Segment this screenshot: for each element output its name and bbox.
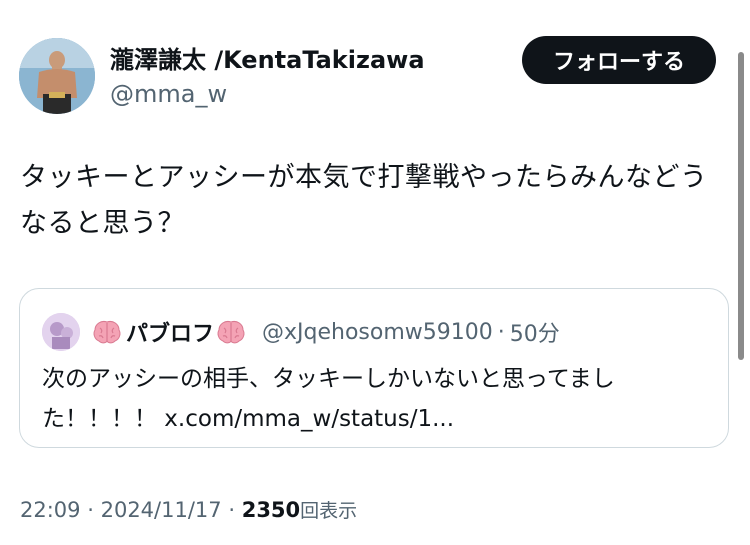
quote-text: 次のアッシーの相手、タッキーしかいないと思ってました！！！！ x.com/mma… bbox=[42, 366, 615, 432]
quote-separator: · bbox=[497, 319, 505, 345]
follow-button[interactable]: フォローする bbox=[522, 36, 716, 84]
tweet-date[interactable]: 2024/11/17 bbox=[101, 498, 222, 522]
avatar-image bbox=[19, 38, 95, 114]
quote-avatar-image bbox=[42, 313, 80, 351]
tweet-time[interactable]: 22:09 bbox=[20, 498, 81, 522]
meta-separator: · bbox=[87, 498, 94, 522]
tweet-meta: 22:09 · 2024/11/17 · 2350回表示 bbox=[20, 494, 357, 527]
avatar[interactable] bbox=[19, 38, 95, 114]
quote-tweet-card[interactable]: パブロフ @xJqehosomw59100 · 50分 次のアッシーの相手、タッ… bbox=[19, 288, 729, 448]
views-count: 2350 bbox=[241, 498, 301, 522]
author-display-name[interactable]: 瀧澤謙太 /KentaTakizawa bbox=[110, 44, 425, 76]
quote-timestamp[interactable]: 50分 bbox=[510, 316, 560, 348]
quote-header: パブロフ @xJqehosomw59100 · 50分 bbox=[92, 315, 560, 349]
quote-author-handle[interactable]: @xJqehosomw59100 bbox=[262, 320, 493, 345]
tweet-text: タッキーとアッシーが本気で打撃戦やったらみんなどうなると思う？ bbox=[20, 162, 708, 239]
brain-icon bbox=[93, 321, 121, 344]
quote-avatar[interactable] bbox=[42, 313, 80, 351]
quote-author-name[interactable]: パブロフ bbox=[126, 316, 214, 348]
views-label: 回表示 bbox=[300, 500, 358, 522]
scrollbar[interactable] bbox=[738, 52, 744, 360]
meta-separator: · bbox=[228, 498, 236, 522]
author-handle[interactable]: @mma_w bbox=[110, 78, 227, 110]
brain-icon bbox=[217, 321, 245, 344]
